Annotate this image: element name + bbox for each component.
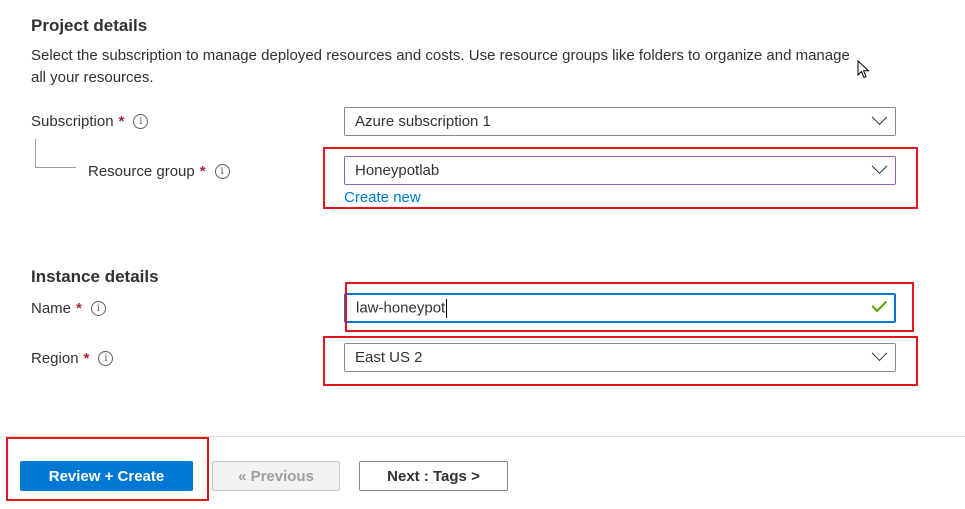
info-icon[interactable]: i [98, 351, 114, 366]
highlight-box-review-create [6, 437, 209, 501]
subscription-value: Azure subscription 1 [355, 113, 491, 130]
highlight-box-name [345, 282, 914, 332]
info-icon[interactable]: i [214, 164, 230, 179]
subscription-label-row: Subscription * i [31, 113, 149, 130]
mouse-cursor-icon [857, 60, 870, 79]
tree-connector-horizontal [35, 167, 76, 168]
resource-group-label-row: Resource group * i [88, 163, 230, 180]
name-label: Name [31, 300, 72, 317]
info-icon[interactable]: i [133, 114, 149, 129]
required-asterisk: * [199, 163, 206, 180]
subscription-dropdown[interactable]: Azure subscription 1 [344, 107, 896, 136]
project-details-heading: Project details [31, 16, 148, 35]
name-label-row: Name * i [31, 300, 106, 317]
previous-button[interactable]: « Previous [212, 461, 340, 491]
next-tags-button[interactable]: Next : Tags > [359, 461, 508, 491]
highlight-box-region [323, 336, 918, 386]
required-asterisk: * [76, 300, 82, 317]
required-asterisk: * [118, 113, 125, 130]
region-label-row: Region * i [31, 350, 114, 367]
required-asterisk: * [83, 350, 90, 367]
resource-group-label: Resource group [88, 163, 195, 180]
chevron-down-icon [871, 109, 888, 126]
instance-details-heading: Instance details [31, 267, 159, 286]
region-label: Region [31, 350, 79, 367]
highlight-box-resource-group [323, 147, 918, 209]
info-icon[interactable]: i [90, 301, 106, 316]
subscription-label: Subscription [31, 113, 114, 130]
tree-connector-vertical [35, 139, 36, 168]
project-details-description: Select the subscription to manage deploy… [31, 47, 850, 86]
